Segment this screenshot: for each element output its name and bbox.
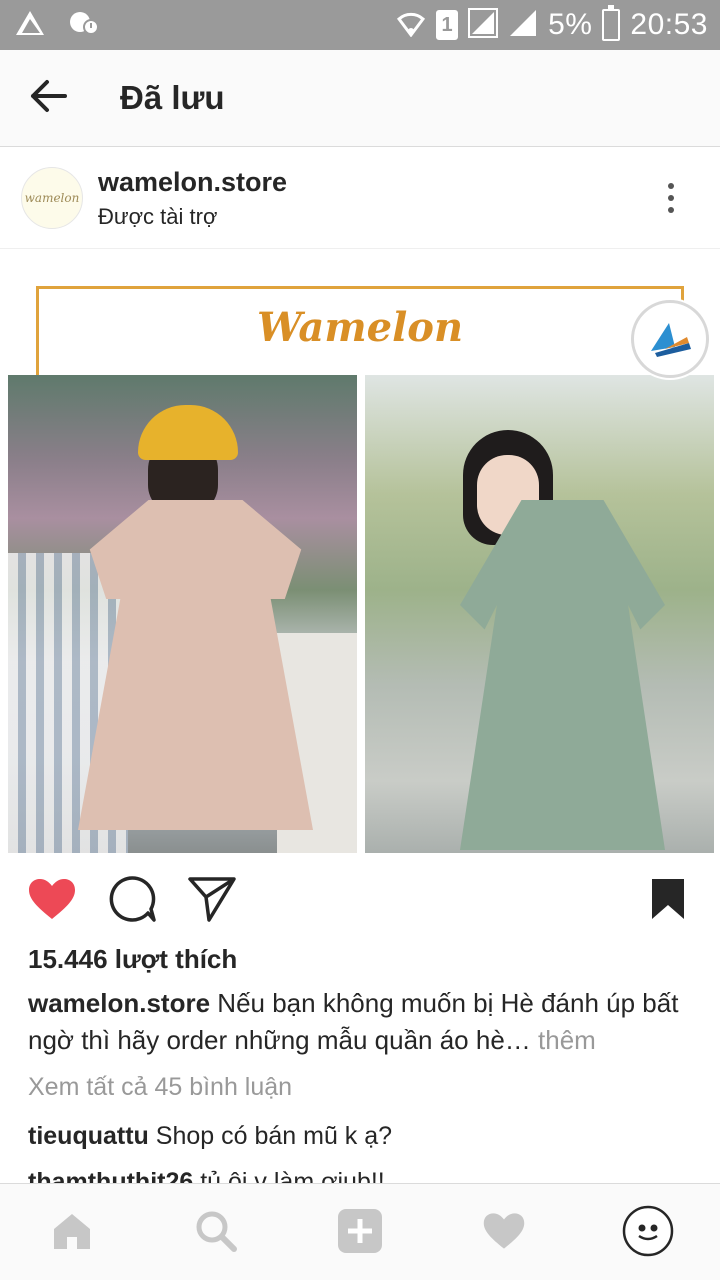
signal-icon [468, 7, 499, 43]
comment-username[interactable]: tieuquattu [28, 1122, 149, 1150]
page-title: Đã lưu [120, 79, 225, 116]
bookmark-filled-icon [650, 877, 686, 926]
comment-icon [108, 875, 156, 928]
post-actions [0, 855, 720, 945]
overlay-app-badge[interactable] [631, 300, 709, 378]
comment-button[interactable] [106, 875, 158, 927]
more-options-icon [668, 183, 674, 189]
avatar[interactable]: wamelon [21, 167, 83, 229]
wifi-icon [396, 9, 426, 42]
battery-percent: 5% [548, 8, 593, 41]
post-username[interactable]: wamelon.store [98, 167, 287, 198]
comment-text: Shop có bán mũ k ạ? [155, 1122, 393, 1150]
clock: 20:53 [630, 8, 708, 41]
nav-home[interactable] [45, 1206, 99, 1260]
sim-icon: 1 [436, 10, 459, 40]
back-button[interactable] [0, 50, 96, 147]
share-button[interactable] [186, 875, 238, 927]
nav-activity[interactable] [477, 1206, 531, 1260]
save-button[interactable] [642, 875, 694, 927]
photo-right [365, 375, 714, 853]
like-button[interactable] [26, 875, 78, 927]
back-arrow-icon [29, 79, 67, 118]
image-brand-text: Wamelon [256, 304, 464, 351]
book-logo-icon [645, 317, 695, 362]
view-all-comments-link[interactable]: Xem tất cả 45 bình luận [28, 1073, 292, 1102]
more-options-button[interactable] [656, 178, 686, 218]
caption-username[interactable]: wamelon.store [28, 988, 210, 1018]
status-bar: 1 5% 20:53 [0, 0, 720, 50]
nav-profile[interactable] [621, 1204, 675, 1263]
nav-add-post[interactable] [333, 1206, 387, 1260]
app-header: Đã lưu [0, 50, 720, 147]
add-post-icon [336, 1207, 384, 1260]
comment-row: tieuquattu Shop có bán mũ k ạ? [28, 1122, 392, 1151]
post-header: wamelon wamelon.store Được tài trợ [0, 148, 720, 249]
likes-count[interactable]: 15.446 lượt thích [28, 944, 237, 975]
caption-more-link[interactable]: thêm [538, 1025, 596, 1055]
signal-icon [508, 8, 538, 43]
avatar-text: wamelon [24, 191, 80, 205]
home-icon [50, 1211, 94, 1256]
nav-search[interactable] [189, 1206, 243, 1260]
post-caption: wamelon.store Nếu bạn không muốn bị Hè đ… [28, 985, 698, 1059]
sponsored-label: Được tài trợ [98, 203, 218, 229]
activity-heart-icon [482, 1211, 526, 1256]
search-icon [194, 1209, 238, 1258]
post-image[interactable]: Wamelon [0, 250, 720, 855]
bottom-navigation [0, 1183, 720, 1280]
profile-avatar-icon [621, 1204, 675, 1263]
app-logo-icon [14, 9, 46, 42]
photo-left [8, 375, 357, 853]
send-icon [187, 875, 237, 928]
notification-icon [68, 10, 99, 41]
battery-icon [602, 5, 621, 41]
heart-filled-icon [27, 877, 77, 926]
